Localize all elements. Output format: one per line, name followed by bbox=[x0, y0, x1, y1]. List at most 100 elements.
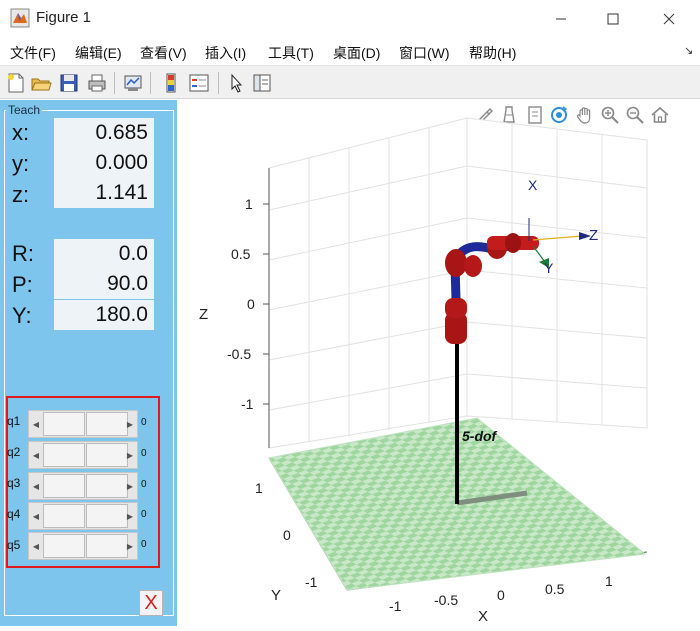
q3-value: 0 bbox=[141, 479, 147, 490]
menu-window[interactable]: 窗口(W) bbox=[399, 43, 450, 63]
open-file-icon[interactable] bbox=[30, 72, 52, 94]
roll-value: 0.0 bbox=[54, 239, 154, 269]
x-axis-label: X bbox=[478, 608, 489, 625]
title-bar: Figure 1 bbox=[0, 0, 700, 37]
z-tick-label: 0 bbox=[247, 296, 255, 312]
figure-window: Figure 1 文件(F) 编辑(E) 查看(V) 插入(I) 工具(T) 桌… bbox=[0, 0, 700, 626]
minimize-button[interactable] bbox=[538, 0, 584, 37]
q2-label: q2 bbox=[7, 445, 21, 459]
toolbar-separator bbox=[218, 72, 219, 94]
slider-thumb[interactable] bbox=[86, 412, 128, 436]
q4-value: 0 bbox=[141, 509, 147, 520]
robot-end-effector bbox=[487, 233, 539, 253]
menu-tools[interactable]: 工具(T) bbox=[268, 43, 314, 63]
slider-right-arrow-icon[interactable]: ▶ bbox=[123, 411, 137, 437]
slider-left-arrow-icon[interactable]: ◀ bbox=[29, 442, 43, 468]
slider-thumb[interactable] bbox=[86, 474, 128, 498]
q1-slider[interactable]: ◀ ▶ bbox=[28, 410, 138, 438]
q5-slider[interactable]: ◀ ▶ bbox=[28, 532, 138, 560]
roll-label: R: bbox=[12, 241, 34, 266]
y-tick-label: 0 bbox=[283, 527, 291, 543]
slider-track-left[interactable] bbox=[43, 504, 85, 528]
z-tick-label: 1 bbox=[245, 196, 253, 212]
y-value: 0.000 bbox=[54, 148, 154, 178]
menu-edit[interactable]: 编辑(E) bbox=[75, 43, 122, 63]
x-tick-label: 0.5 bbox=[545, 581, 565, 597]
x-tick-label: -0.5 bbox=[434, 592, 459, 608]
close-button[interactable] bbox=[646, 0, 692, 37]
x-label: x: bbox=[12, 120, 30, 145]
slider-left-arrow-icon[interactable]: ◀ bbox=[29, 473, 43, 499]
slider-left-arrow-icon[interactable]: ◀ bbox=[29, 503, 43, 529]
print-icon[interactable] bbox=[86, 72, 108, 94]
maximize-button[interactable] bbox=[590, 0, 636, 37]
q1-label: q1 bbox=[7, 414, 21, 428]
toolbar-separator bbox=[114, 72, 115, 94]
link-plot-icon[interactable] bbox=[122, 72, 144, 94]
slider-thumb[interactable] bbox=[86, 504, 128, 528]
q5-label: q5 bbox=[7, 538, 21, 552]
slider-left-arrow-icon[interactable]: ◀ bbox=[29, 411, 43, 437]
maximize-icon bbox=[607, 13, 619, 24]
q3-label: q3 bbox=[7, 476, 21, 490]
yaw-label: Y: bbox=[12, 303, 32, 328]
slider-right-arrow-icon[interactable]: ▶ bbox=[123, 473, 137, 499]
legend-icon[interactable] bbox=[188, 72, 210, 94]
y-axis-label: Y bbox=[271, 587, 282, 604]
figure-toolbar bbox=[0, 65, 700, 99]
slider-thumb[interactable] bbox=[86, 534, 128, 558]
matlab-icon bbox=[10, 8, 30, 28]
slider-track-left[interactable] bbox=[43, 474, 85, 498]
z-tick-label: -0.5 bbox=[227, 346, 252, 362]
tick-marks bbox=[263, 203, 269, 405]
close-icon bbox=[663, 13, 675, 24]
slider-left-arrow-icon[interactable]: ◀ bbox=[29, 533, 43, 559]
menu-view[interactable]: 查看(V) bbox=[140, 43, 187, 63]
robot-name-label: 5-dof bbox=[462, 428, 497, 444]
toolbar-separator bbox=[150, 72, 151, 94]
menu-file[interactable]: 文件(F) bbox=[10, 43, 56, 63]
y-label: y: bbox=[12, 151, 30, 176]
new-figure-icon[interactable] bbox=[5, 72, 27, 94]
q2-slider[interactable]: ◀ ▶ bbox=[28, 441, 138, 469]
yaw-value: 180.0 bbox=[54, 300, 154, 330]
frame-y-label: Y bbox=[544, 260, 554, 276]
robot-joint-4 bbox=[464, 255, 482, 277]
q2-value: 0 bbox=[141, 448, 147, 459]
z-tick-label: 0.5 bbox=[231, 246, 251, 262]
slider-track-left[interactable] bbox=[43, 443, 85, 467]
y-tick-label: 1 bbox=[255, 480, 263, 496]
z-tick-label: -1 bbox=[241, 396, 254, 412]
menu-help[interactable]: 帮助(H) bbox=[469, 43, 516, 63]
slider-thumb[interactable] bbox=[86, 443, 128, 467]
q4-label: q4 bbox=[7, 507, 21, 521]
property-inspector-icon[interactable] bbox=[251, 72, 273, 94]
edit-plot-cursor-icon[interactable] bbox=[226, 72, 248, 94]
y-tick-label: -1 bbox=[305, 574, 318, 590]
q4-slider[interactable]: ◀ ▶ bbox=[28, 502, 138, 530]
colorbar-icon[interactable] bbox=[160, 72, 182, 94]
frame-z-label: Z bbox=[589, 227, 599, 244]
teach-panel-title: Teach bbox=[6, 103, 43, 117]
axes-svg bbox=[263, 117, 648, 591]
menu-insert[interactable]: 插入(I) bbox=[205, 43, 246, 63]
slider-track-left[interactable] bbox=[43, 534, 85, 558]
z-axis-label: Z bbox=[199, 306, 209, 323]
save-icon[interactable] bbox=[58, 72, 80, 94]
menu-bar: 文件(F) 编辑(E) 查看(V) 插入(I) 工具(T) 桌面(D) 窗口(W… bbox=[0, 37, 700, 65]
dock-arrow-icon[interactable]: ↘ bbox=[684, 44, 693, 57]
slider-right-arrow-icon[interactable]: ▶ bbox=[123, 533, 137, 559]
z-label: z: bbox=[12, 182, 30, 207]
slider-right-arrow-icon[interactable]: ▶ bbox=[123, 503, 137, 529]
slider-right-arrow-icon[interactable]: ▶ bbox=[123, 442, 137, 468]
x-tick-label: 1 bbox=[605, 573, 613, 589]
slider-track-left[interactable] bbox=[43, 412, 85, 436]
frame-x-label: X bbox=[528, 177, 538, 193]
menu-desktop[interactable]: 桌面(D) bbox=[333, 43, 380, 63]
robot-3d-axes[interactable]: 1 0.5 0 -0.5 -1 Z 1 0 -1 Y -1 -0.5 0 0.5… bbox=[177, 100, 700, 626]
exit-teach-button[interactable]: X bbox=[139, 590, 163, 616]
minimize-icon bbox=[556, 18, 566, 19]
robot-joint-3 bbox=[445, 249, 467, 277]
q3-slider[interactable]: ◀ ▶ bbox=[28, 472, 138, 500]
x-value: 0.685 bbox=[54, 118, 154, 148]
